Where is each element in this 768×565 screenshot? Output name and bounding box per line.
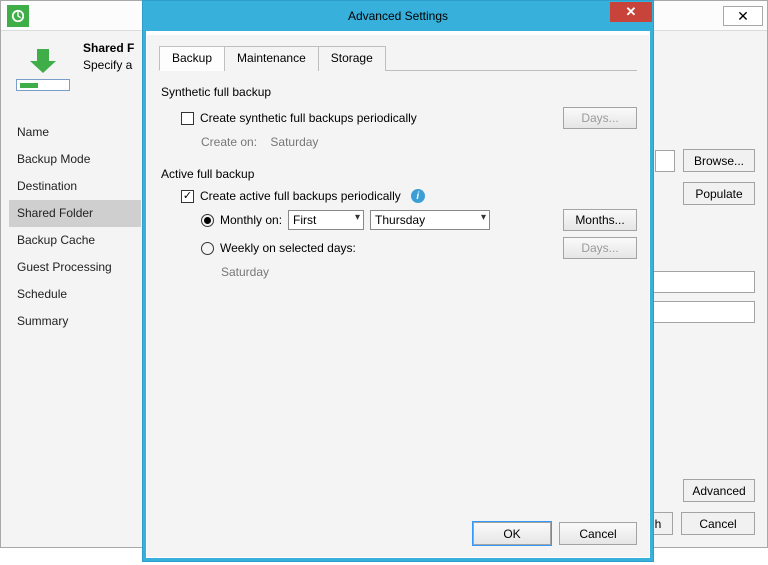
advanced-settings-dialog: Advanced Settings ✕ Backup Maintenance S…: [142, 0, 654, 562]
nav-backup-mode[interactable]: Backup Mode: [9, 146, 141, 173]
monthly-day-select-wrap: [370, 210, 490, 230]
cancel-button[interactable]: Cancel: [559, 522, 637, 545]
path-input-fragment[interactable]: [655, 150, 675, 172]
synthetic-checkbox[interactable]: [181, 112, 194, 125]
nav-shared-folder[interactable]: Shared Folder: [9, 200, 141, 227]
wizard-footer: h Cancel: [643, 512, 755, 535]
nav-guest-processing[interactable]: Guest Processing: [9, 254, 141, 281]
wizard-cancel-button[interactable]: Cancel: [681, 512, 755, 535]
months-button[interactable]: Months...: [563, 209, 637, 231]
nav-schedule[interactable]: Schedule: [9, 281, 141, 308]
tab-maintenance[interactable]: Maintenance: [224, 46, 319, 71]
field-2[interactable]: [645, 301, 755, 323]
nav-destination[interactable]: Destination: [9, 173, 141, 200]
dialog-titlebar: Advanced Settings ✕: [143, 1, 653, 31]
weekly-label: Weekly on selected days:: [220, 241, 356, 255]
active-checkbox-label: Create active full backups periodically: [200, 189, 401, 203]
weekly-days-button[interactable]: Days...: [563, 237, 637, 259]
browse-button[interactable]: Browse...: [683, 149, 755, 172]
nav-name[interactable]: Name: [9, 119, 141, 146]
synthetic-days-button[interactable]: Days...: [563, 107, 637, 129]
tab-strip: Backup Maintenance Storage: [159, 45, 637, 71]
synthetic-create-on-label: Create on:: [201, 135, 257, 149]
wizard-header: Shared F Specify a: [15, 41, 134, 97]
monthly-day-select[interactable]: [370, 210, 490, 230]
nav-backup-cache[interactable]: Backup Cache: [9, 227, 141, 254]
monthly-label: Monthly on:: [220, 213, 282, 227]
dialog-title: Advanced Settings: [348, 9, 448, 23]
tab-storage[interactable]: Storage: [318, 46, 386, 71]
synthetic-group-label: Synthetic full backup: [159, 85, 637, 99]
synthetic-checkbox-label: Create synthetic full backups periodical…: [200, 111, 417, 125]
wizard-step-subtitle: Specify a: [83, 58, 134, 72]
monthly-ordinal-select-wrap: [288, 210, 364, 230]
populate-button[interactable]: Populate: [683, 182, 755, 205]
nav-summary[interactable]: Summary: [9, 308, 141, 335]
dialog-footer: OK Cancel: [159, 512, 637, 545]
synthetic-create-on-value: Saturday: [270, 135, 318, 149]
dialog-body: Backup Maintenance Storage Synthetic ful…: [147, 35, 649, 557]
tab-backup[interactable]: Backup: [159, 46, 225, 71]
monthly-radio[interactable]: [201, 214, 214, 227]
shared-folder-icon: [15, 41, 71, 97]
ok-button[interactable]: OK: [473, 522, 551, 545]
tab-panel-backup: Synthetic full backup Create synthetic f…: [159, 71, 637, 512]
weekly-radio[interactable]: [201, 242, 214, 255]
active-group-label: Active full backup: [159, 167, 637, 181]
monthly-ordinal-select[interactable]: [288, 210, 364, 230]
advanced-button[interactable]: Advanced: [683, 479, 755, 502]
wizard-step-title: Shared F: [83, 41, 134, 55]
info-icon[interactable]: i: [411, 189, 425, 203]
weekly-value: Saturday: [221, 265, 269, 279]
wizard-title-icon: [7, 5, 29, 27]
field-1[interactable]: [645, 271, 755, 293]
active-checkbox[interactable]: [181, 190, 194, 203]
dialog-close-button[interactable]: ✕: [610, 2, 652, 22]
wizard-nav: Name Backup Mode Destination Shared Fold…: [9, 119, 141, 335]
wizard-close-button[interactable]: ✕: [723, 6, 763, 26]
